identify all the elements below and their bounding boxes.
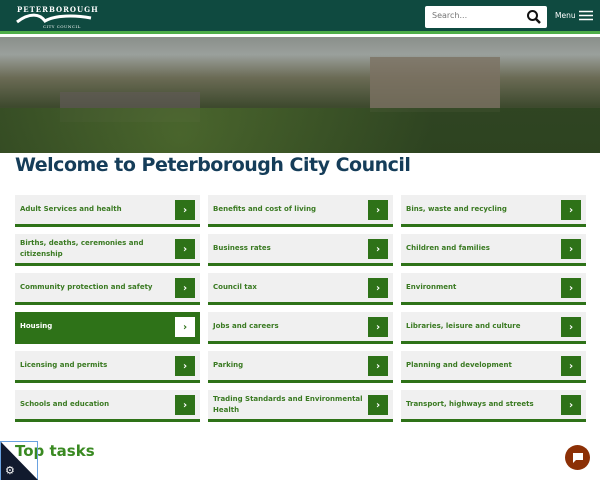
chevron-right-icon[interactable]: › xyxy=(561,395,581,415)
service-link[interactable]: Schools and education › xyxy=(15,390,200,422)
service-link[interactable]: Licensing and permits › xyxy=(15,351,200,383)
service-label: Benefits and cost of living xyxy=(213,205,317,213)
chevron-right-icon[interactable]: › xyxy=(368,278,388,298)
search-icon[interactable] xyxy=(526,9,542,25)
chevron-right-icon[interactable]: › xyxy=(175,395,195,415)
service-label: Children and families xyxy=(406,244,490,252)
service-label: Schools and education xyxy=(20,400,110,408)
chevron-right-icon[interactable]: › xyxy=(561,200,581,220)
service-label: Bins, waste and recycling xyxy=(406,205,507,213)
chevron-right-icon[interactable]: › xyxy=(368,317,388,337)
menu-button[interactable]: Menu xyxy=(555,10,593,21)
service-link[interactable]: Adult Services and health › xyxy=(15,195,200,227)
logo-text-bottom: CITY COUNCIL xyxy=(43,24,81,29)
chat-icon xyxy=(572,452,583,463)
service-link[interactable]: Jobs and careers › xyxy=(208,312,393,344)
service-label: Planning and development xyxy=(406,361,512,369)
chevron-right-icon[interactable]: › xyxy=(175,200,195,220)
service-label: Adult Services and health xyxy=(20,205,122,213)
service-label: Trading Standards and Environmental Heal… xyxy=(213,394,363,414)
cookie-settings-button[interactable]: ⚙ xyxy=(0,441,38,480)
chevron-right-icon[interactable]: › xyxy=(175,356,195,376)
service-label: Parking xyxy=(213,361,244,369)
service-link[interactable]: Housing › xyxy=(15,312,200,344)
service-label: Business rates xyxy=(213,244,271,252)
service-link[interactable]: Trading Standards and Environmental Heal… xyxy=(208,390,393,422)
service-link[interactable]: Parking › xyxy=(208,351,393,383)
chevron-right-icon[interactable]: › xyxy=(175,317,195,337)
service-label: Council tax xyxy=(213,283,257,291)
service-link[interactable]: Benefits and cost of living › xyxy=(208,195,393,227)
page-title: Welcome to Peterborough City Council xyxy=(15,154,411,176)
logo-swoosh-icon xyxy=(16,13,92,24)
service-link[interactable]: Births, deaths, ceremonies and citizensh… xyxy=(15,234,200,266)
service-label: Community protection and safety xyxy=(20,283,153,291)
service-label: Transport, highways and streets xyxy=(406,400,534,408)
search-input[interactable] xyxy=(432,11,522,20)
service-label: Jobs and careers xyxy=(213,322,279,330)
service-link[interactable]: Community protection and safety › xyxy=(15,273,200,305)
service-link[interactable]: Business rates › xyxy=(208,234,393,266)
chevron-right-icon[interactable]: › xyxy=(175,239,195,259)
services-grid: Adult Services and health › Benefits and c… xyxy=(15,195,586,422)
service-label: Libraries, leisure and culture xyxy=(406,322,521,330)
gear-icon: ⚙ xyxy=(5,464,15,477)
chevron-right-icon[interactable]: › xyxy=(175,278,195,298)
service-label: Births, deaths, ceremonies and citizensh… xyxy=(20,238,144,258)
chevron-right-icon[interactable]: › xyxy=(368,395,388,415)
council-logo[interactable]: PETERBOROUGH CITY COUNCIL xyxy=(15,4,98,32)
hero-image xyxy=(0,37,600,153)
service-link[interactable]: Bins, waste and recycling › xyxy=(401,195,586,227)
menu-label: Menu xyxy=(555,11,576,20)
chevron-right-icon[interactable]: › xyxy=(561,356,581,376)
chevron-right-icon[interactable]: › xyxy=(561,239,581,259)
service-label: Environment xyxy=(406,283,457,291)
service-link[interactable]: Libraries, leisure and culture › xyxy=(401,312,586,344)
service-label: Licensing and permits xyxy=(20,361,108,369)
service-link[interactable]: Children and families › xyxy=(401,234,586,266)
hamburger-icon xyxy=(578,10,593,21)
chat-button[interactable] xyxy=(565,445,590,470)
service-link[interactable]: Planning and development › xyxy=(401,351,586,383)
site-header: PETERBOROUGH CITY COUNCIL Menu xyxy=(0,0,600,34)
chevron-right-icon[interactable]: › xyxy=(561,278,581,298)
service-link[interactable]: Environment › xyxy=(401,273,586,305)
chevron-right-icon[interactable]: › xyxy=(368,239,388,259)
search-box xyxy=(425,6,547,28)
service-link[interactable]: Transport, highways and streets › xyxy=(401,390,586,422)
service-link[interactable]: Council tax › xyxy=(208,273,393,305)
chevron-right-icon[interactable]: › xyxy=(561,317,581,337)
service-label: Housing xyxy=(20,322,53,330)
chevron-right-icon[interactable]: › xyxy=(368,200,388,220)
chevron-right-icon[interactable]: › xyxy=(368,356,388,376)
